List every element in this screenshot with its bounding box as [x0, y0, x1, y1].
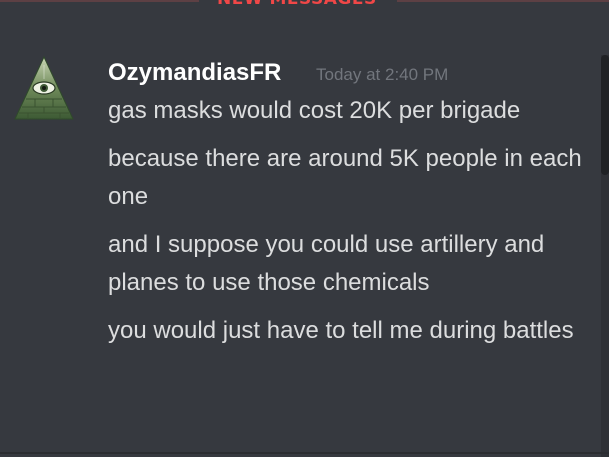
divider-line — [397, 0, 609, 2]
new-messages-divider: NEW MESSAGES — [0, 0, 609, 14]
scrollbar-thumb[interactable] — [601, 55, 609, 175]
new-messages-label: NEW MESSAGES — [217, 0, 377, 10]
message-line: gas masks would cost 20K per brigade — [108, 97, 521, 124]
message-line: because there are around 5K people in ea… — [108, 145, 582, 210]
message-line: and I suppose you could use artillery an… — [108, 231, 545, 296]
avatar[interactable] — [13, 55, 75, 125]
message-line: you would just have to tell me during ba… — [108, 317, 574, 344]
message-timestamp: Today at 2:40 PM — [316, 65, 449, 84]
chat-messages-pane: NEW MESSAGES Ozy — [0, 0, 609, 457]
divider-line — [0, 452, 609, 454]
illuminati-pyramid-icon — [14, 55, 74, 120]
message-author[interactable]: OzymandiasFR — [108, 57, 281, 89]
divider-line — [0, 0, 199, 2]
